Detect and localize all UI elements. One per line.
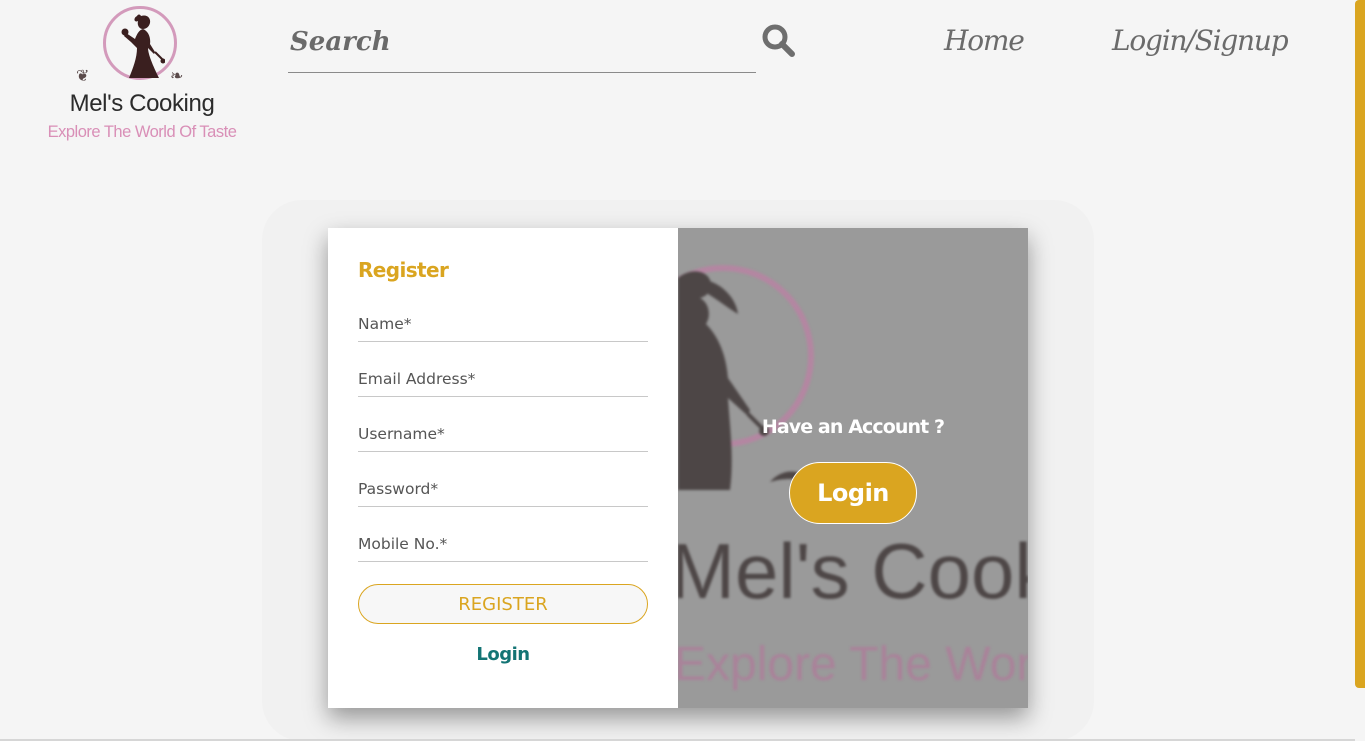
name-field[interactable] xyxy=(358,306,648,342)
nav-home-link[interactable]: Home xyxy=(944,24,1025,57)
left-flourish-icon: ❦ xyxy=(76,66,90,85)
search-icon[interactable] xyxy=(760,22,796,58)
register-title: Register xyxy=(358,258,449,282)
scrollbar-track[interactable] xyxy=(1355,0,1365,741)
brand-tagline: Explore The World Of Taste xyxy=(47,123,237,141)
right-flourish-icon: ❧ xyxy=(170,66,184,85)
username-field[interactable] xyxy=(358,416,648,452)
mobile-field[interactable] xyxy=(358,526,648,562)
password-field[interactable] xyxy=(358,471,648,507)
search-input[interactable] xyxy=(288,22,752,62)
blurred-brand-name: Mel's Cooking xyxy=(678,527,1028,615)
email-field[interactable] xyxy=(358,361,648,397)
register-form: Register REGISTER Login xyxy=(328,228,678,708)
auth-card: Register REGISTER Login Mel's Cooking Ex… xyxy=(328,228,1028,708)
blurred-brand-tagline: Explore The World Of Taste xyxy=(678,638,1028,691)
site-logo[interactable]: ❦ ❧ Mel's Cooking Explore The World Of T… xyxy=(40,4,244,144)
nav-login-signup-link[interactable]: Login/Signup xyxy=(1112,24,1289,57)
search-bar xyxy=(288,20,756,73)
register-button[interactable]: REGISTER xyxy=(358,584,648,624)
chef-silhouette-icon xyxy=(121,14,165,78)
brand-name: Mel's Cooking xyxy=(69,90,215,117)
have-account-text: Have an Account ? xyxy=(761,416,945,438)
scrollbar-thumb[interactable] xyxy=(1355,0,1365,688)
login-promo-panel: Mel's Cooking Explore The World Of Taste… xyxy=(678,228,1028,708)
promo-login-button[interactable]: Login xyxy=(789,462,917,524)
form-login-link[interactable]: Login xyxy=(328,644,678,665)
